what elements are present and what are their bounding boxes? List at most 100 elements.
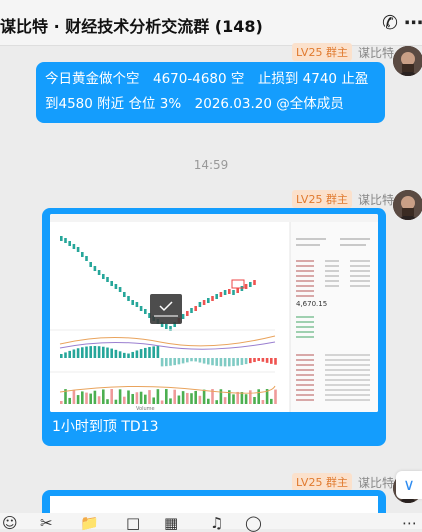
- macd-bar: [202, 358, 206, 364]
- macd-bar: [169, 358, 172, 366]
- volume-bar: [139, 391, 143, 404]
- macd-bar: [223, 358, 227, 367]
- candle: [232, 290, 235, 295]
- text-message-bubble[interactable]: 今日黄金做个空 4670-4680 空 止损到 4740 止盈 到4580 附近…: [36, 62, 385, 123]
- volume-bar: [177, 395, 181, 404]
- candle: [181, 314, 185, 319]
- volume-bar: [114, 399, 118, 404]
- trading-chart-image: 4,670.15 Volume: [50, 214, 378, 412]
- volume-bar: [89, 393, 92, 404]
- volume-bar: [190, 393, 193, 404]
- volume-bar: [97, 396, 101, 404]
- volume-bar: [110, 389, 113, 404]
- volume-bar: [173, 389, 176, 404]
- input-toolbar: ☺ ✂ 📁 □ ▦ ♫ ◯ ⋯: [0, 513, 422, 531]
- macd-bar: [194, 358, 197, 362]
- macd-bar: [89, 346, 92, 358]
- volume-bar: [236, 391, 239, 404]
- candle: [139, 306, 143, 311]
- volume-bar: [198, 395, 202, 404]
- macd-bar: [127, 353, 130, 358]
- macd-bar: [228, 358, 231, 367]
- message-text: 今日黄金做个空 4670-4680 空 止损到 4740 止盈 到4580 附近…: [36, 62, 385, 122]
- candle: [114, 284, 118, 289]
- timestamp: 14:59: [193, 158, 229, 172]
- volume-label: Volume: [136, 406, 155, 412]
- candle: [135, 302, 139, 307]
- avatar-image: [393, 190, 422, 220]
- candle: [190, 308, 193, 313]
- volume-bar: [60, 401, 63, 404]
- candle: [97, 270, 101, 275]
- candle: [76, 247, 80, 252]
- macd-bar: [249, 358, 252, 364]
- volume-bar: [68, 397, 71, 404]
- macd-bar: [131, 351, 134, 358]
- volume-bar: [135, 392, 139, 404]
- image-caption: 1小时到顶 TD13: [52, 419, 159, 435]
- sender-name: 谋比特: [357, 45, 394, 60]
- candle: [102, 274, 105, 279]
- volume-bar: [274, 389, 277, 404]
- candle: [64, 238, 67, 243]
- volume-bar: [253, 397, 256, 404]
- volume-bar: [194, 390, 197, 404]
- sender-name: 谋比特: [357, 475, 394, 490]
- macd-bar: [236, 358, 239, 366]
- chat-title: 谋比特 · 财经技术分析交流群 (148): [0, 17, 263, 36]
- avatar[interactable]: [393, 46, 422, 76]
- volume-bar: [215, 400, 218, 404]
- volume-bar: [249, 390, 252, 404]
- image-message-bubble[interactable]: [42, 490, 386, 513]
- candle: [215, 294, 218, 299]
- macd-bar: [215, 358, 218, 366]
- macd-bar: [81, 347, 84, 358]
- macd-bar: [160, 358, 164, 367]
- volume-bar: [118, 389, 122, 404]
- avatar-image: [393, 46, 422, 76]
- volume-bar: [156, 389, 160, 404]
- volume-bar: [152, 397, 155, 404]
- volume-bar: [202, 389, 206, 404]
- macd-bar: [165, 358, 168, 367]
- macd-bar: [190, 358, 193, 362]
- macd-bar: [152, 346, 155, 358]
- macd-bar: [219, 358, 223, 367]
- macd-bar: [156, 346, 160, 358]
- double-chevron-down-icon: ∨: [403, 475, 415, 494]
- chart-screenshot[interactable]: 4,670.15 Volume: [50, 214, 378, 412]
- volume-bar: [181, 391, 185, 404]
- phone-icon[interactable]: ✆: [382, 12, 398, 34]
- chart-screenshot[interactable]: [50, 496, 378, 513]
- image-message-bubble[interactable]: 4,670.15 Volume 1小时到顶 TD13: [42, 208, 386, 446]
- volume-bar: [257, 389, 260, 404]
- candle: [110, 281, 113, 286]
- scroll-down-button[interactable]: ∨: [396, 471, 422, 499]
- avatar[interactable]: [393, 190, 422, 220]
- volume-bar: [131, 393, 134, 404]
- macd-bar: [186, 358, 189, 363]
- candle: [106, 277, 109, 282]
- more-icon[interactable]: ⋯: [404, 12, 422, 34]
- volume-bar: [207, 398, 210, 404]
- candle: [123, 292, 126, 297]
- macd-bar: [211, 358, 214, 366]
- macd-bar: [270, 358, 273, 364]
- candle: [207, 298, 210, 303]
- message-sender: LV25 群主 谋比特: [292, 473, 394, 491]
- level-badge: LV25 群主: [292, 43, 352, 61]
- volume-bar: [270, 398, 273, 404]
- candle: [194, 306, 197, 311]
- macd-bar: [173, 358, 176, 366]
- macd-bar: [118, 351, 122, 358]
- volume-bar: [127, 390, 130, 404]
- macd-bar: [274, 358, 277, 365]
- macd-bar: [135, 350, 139, 358]
- volume-bar: [85, 392, 88, 404]
- macd-bar: [177, 358, 181, 365]
- volume-bar: [223, 397, 227, 404]
- candle: [68, 241, 71, 246]
- volume-bar: [106, 399, 109, 404]
- volume-bar: [93, 390, 97, 404]
- volume-bar: [219, 389, 223, 404]
